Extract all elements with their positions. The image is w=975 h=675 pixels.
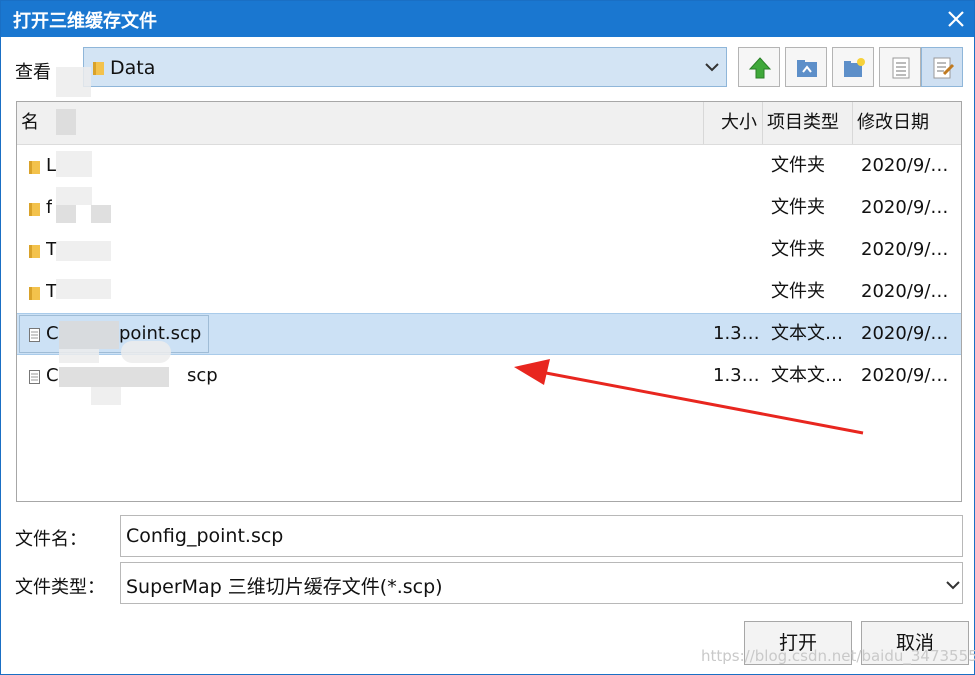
- filetype-value: SuperMap 三维切片缓存文件(*.scp): [126, 576, 443, 598]
- list-view-icon: [892, 57, 910, 79]
- file-name: L: [46, 155, 57, 176]
- filename-label: 文件名：: [15, 529, 87, 550]
- chevron-down-icon: [705, 63, 719, 72]
- new-folder-button[interactable]: [832, 47, 874, 87]
- filename-input[interactable]: Config_point.scp: [120, 515, 963, 557]
- look-in-label: 查看: [15, 62, 51, 83]
- chevron-down-icon: [946, 581, 960, 590]
- up-one-level-button[interactable]: [738, 47, 780, 87]
- details-view-icon: [933, 57, 955, 79]
- file-name: C: [46, 323, 59, 344]
- home-folder-button[interactable]: [785, 47, 827, 87]
- file-date: 2020/9/…: [861, 197, 949, 218]
- file-date: 2020/9/…: [861, 239, 949, 260]
- list-item[interactable]: f 文件夹 2020/9/…: [17, 187, 961, 229]
- file-name: C: [46, 365, 59, 386]
- file-name-suffix: scp: [187, 365, 218, 386]
- file-date: 2020/9/…: [861, 155, 949, 176]
- column-name[interactable]: 名: [21, 102, 39, 144]
- file-type: 文件夹: [771, 281, 825, 302]
- file-type: 文件夹: [771, 239, 825, 260]
- close-icon: [948, 11, 964, 27]
- file-name: f: [46, 197, 53, 218]
- column-divider[interactable]: [852, 102, 853, 144]
- filename-value: Config_point.scp: [126, 525, 284, 547]
- open-3d-cache-dialog: 打开三维缓存文件 查看 Data 名 大小 项目类型 修改日期 L 文件夹 20…: [0, 0, 975, 675]
- file-type: 文件夹: [771, 197, 825, 218]
- window-title: 打开三维缓存文件: [13, 11, 157, 32]
- look-in-dropdown[interactable]: Data: [83, 47, 727, 87]
- folder-icon: [29, 245, 40, 258]
- list-header: 名 大小 项目类型 修改日期: [17, 102, 961, 145]
- column-date[interactable]: 修改日期: [857, 102, 929, 144]
- filetype-label: 文件类型：: [15, 577, 105, 598]
- filetype-select[interactable]: SuperMap 三维切片缓存文件(*.scp): [120, 562, 963, 604]
- text-file-icon: [29, 328, 40, 342]
- list-view-button[interactable]: [879, 47, 921, 87]
- file-type: 文件夹: [771, 155, 825, 176]
- file-date: 2020/9/…: [861, 281, 949, 302]
- column-divider[interactable]: [762, 102, 763, 144]
- home-folder-icon: [797, 60, 817, 77]
- column-size[interactable]: 大小: [721, 102, 757, 144]
- list-item[interactable]: L 文件夹 2020/9/…: [17, 145, 961, 187]
- annotation-arrow: [514, 359, 864, 435]
- file-date: 2020/9/…: [861, 323, 949, 344]
- folder-icon: [29, 161, 40, 174]
- details-view-button[interactable]: [921, 47, 963, 87]
- text-file-icon: [29, 370, 40, 384]
- list-item[interactable]: T 文件夹 2020/9/…: [17, 271, 961, 313]
- file-size: 1.3…: [713, 323, 760, 344]
- folder-icon: [29, 203, 40, 216]
- column-type[interactable]: 项目类型: [767, 102, 839, 144]
- close-button[interactable]: [943, 6, 969, 32]
- file-type: 文本文…: [771, 323, 843, 344]
- new-folder-icon: [844, 58, 865, 77]
- look-in-value: Data: [110, 57, 156, 79]
- watermark: https://blog.csdn.net/baidu_34735556: [701, 647, 975, 665]
- column-divider[interactable]: [703, 102, 704, 144]
- title-bar[interactable]: 打开三维缓存文件: [1, 1, 974, 37]
- up-folder-icon: [748, 57, 772, 79]
- file-date: 2020/9/…: [861, 365, 949, 386]
- folder-icon: [93, 62, 104, 75]
- folder-icon: [29, 287, 40, 300]
- list-item[interactable]: T 文件夹 2020/9/…: [17, 229, 961, 271]
